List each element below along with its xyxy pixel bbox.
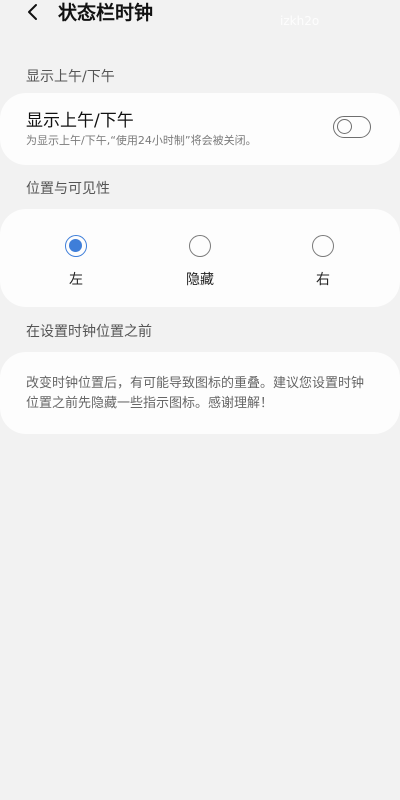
position-option-right[interactable]: 右: [293, 235, 353, 289]
note-section-label: 在设置时钟位置之前: [26, 324, 152, 340]
position-option-label: 左: [69, 272, 83, 288]
position-card: 左 隐藏 右: [0, 209, 400, 307]
ampm-section-label: 显示上午/下午: [26, 69, 115, 85]
app-header: 状态栏时钟 izkh2o: [0, 0, 400, 30]
toggle-knob: [337, 119, 352, 134]
note-text: 改变时钟位置后，有可能导致图标的重叠。建议您设置时钟位置之前先隐藏一些指示图标。…: [26, 376, 365, 411]
chevron-left-icon: [28, 4, 37, 20]
ampm-card[interactable]: 显示上午/下午 为显示上午/下午,“使用24小时制”将会被关闭。: [0, 93, 400, 165]
page-title: 状态栏时钟: [58, 2, 154, 24]
position-option-label: 隐藏: [186, 272, 214, 288]
position-section-label: 位置与可见性: [26, 181, 110, 197]
ampm-row-title: 显示上午/下午: [26, 111, 134, 131]
position-option-left[interactable]: 左: [46, 235, 106, 289]
radio-button-hidden[interactable]: [189, 235, 211, 257]
radio-button-left[interactable]: [65, 235, 87, 257]
ampm-toggle[interactable]: [333, 116, 371, 138]
radio-selected-dot: [69, 239, 82, 252]
watermark: izkh2o: [280, 14, 320, 28]
ampm-row-subtitle: 为显示上午/下午,“使用24小时制”将会被关闭。: [26, 134, 257, 147]
back-button[interactable]: [22, 1, 44, 23]
radio-button-right[interactable]: [312, 235, 334, 257]
position-option-label: 右: [316, 272, 330, 288]
note-card: 改变时钟位置后，有可能导致图标的重叠。建议您设置时钟位置之前先隐藏一些指示图标。…: [0, 352, 400, 434]
position-option-hidden[interactable]: 隐藏: [170, 235, 230, 289]
